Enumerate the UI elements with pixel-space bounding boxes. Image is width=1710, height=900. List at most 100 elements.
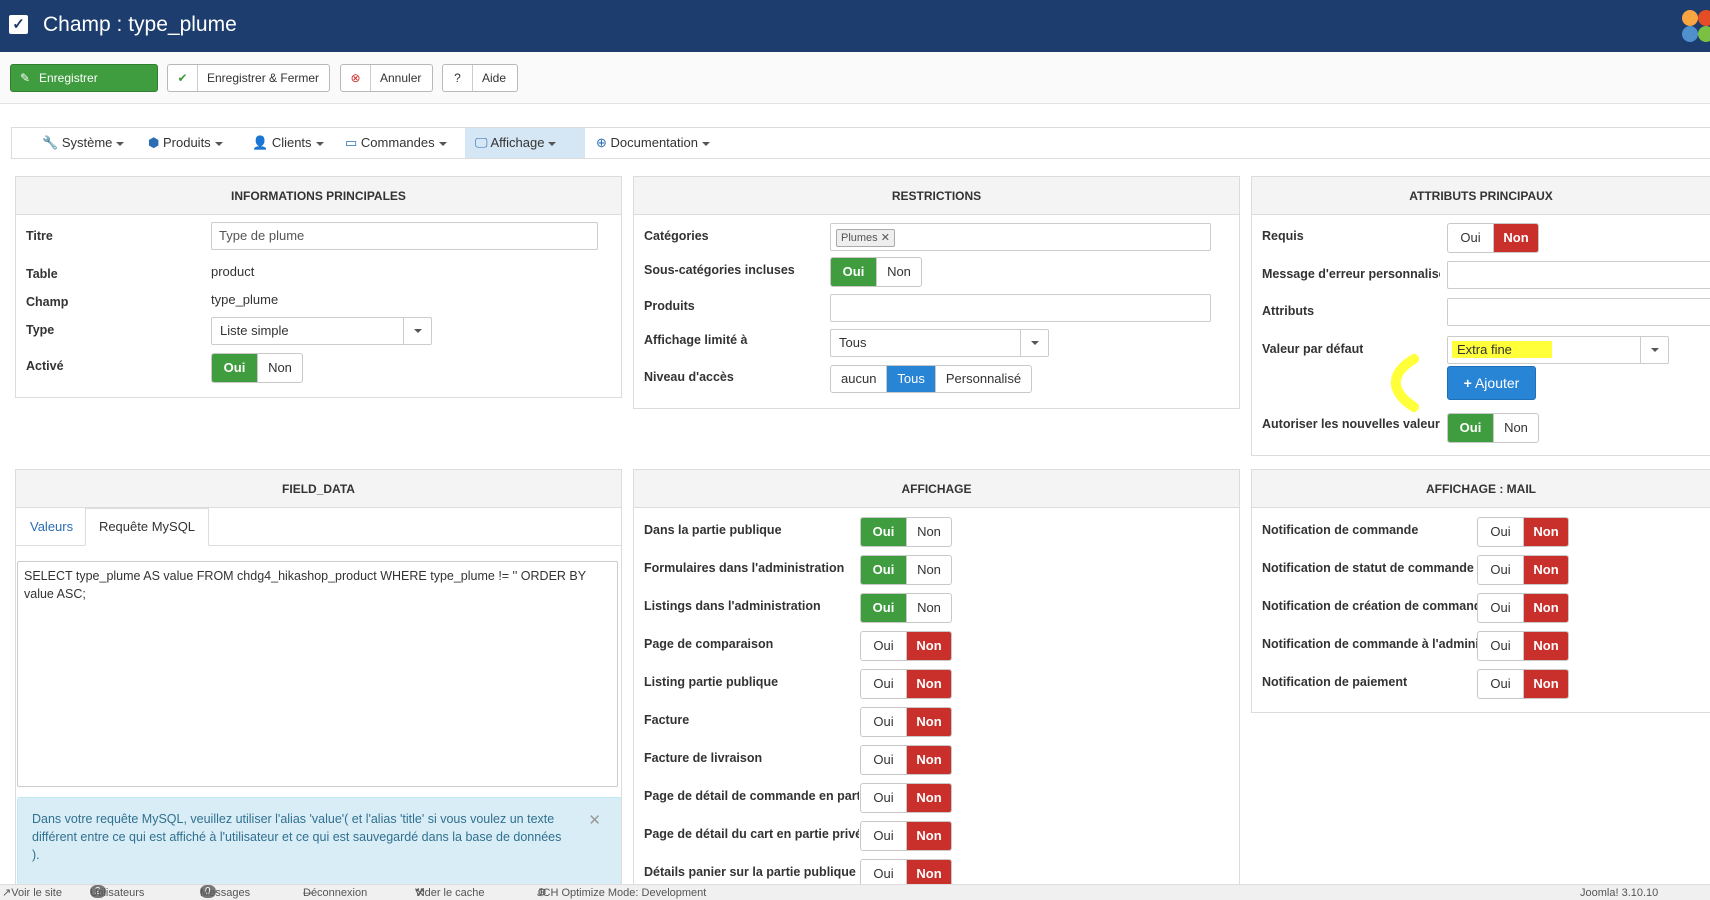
titre-label: Titre	[26, 229, 53, 243]
affichage-row-toggle[interactable]: Oui Non	[860, 821, 952, 851]
mail-row-toggle[interactable]: Oui Non	[1477, 517, 1569, 547]
tab-valeurs[interactable]: Valeurs	[30, 519, 73, 534]
affichage-row-label: Listings dans l'administration	[644, 599, 821, 613]
non-option[interactable]: Non	[1523, 670, 1568, 698]
non-option[interactable]: Non	[906, 822, 951, 850]
message-erreur-input[interactable]	[1447, 261, 1710, 289]
oui-option[interactable]: Oui	[861, 594, 906, 622]
non-option[interactable]: Non	[1523, 556, 1568, 584]
save-close-button[interactable]: ✔ Enregistrer & Fermer	[167, 64, 330, 92]
ajouter-button[interactable]: + Ajouter	[1447, 366, 1536, 400]
non-option[interactable]: Non	[906, 860, 951, 884]
requis-toggle[interactable]: Oui Non	[1447, 223, 1539, 253]
non-option[interactable]: Non	[906, 708, 951, 736]
oui-option[interactable]: Oui	[861, 632, 906, 660]
menu-affichage[interactable]: 🖵 Affichage	[465, 128, 585, 158]
subcats-toggle[interactable]: Oui Non	[830, 257, 922, 287]
oui-option[interactable]: Oui	[861, 822, 906, 850]
app-header: ✓ Champ : type_plume	[0, 0, 1710, 52]
affichage-row-toggle[interactable]: Oui Non	[860, 745, 952, 775]
monitor-icon: 🖵	[475, 135, 488, 150]
oui-option[interactable]: Oui	[861, 708, 906, 736]
niveau-tous[interactable]: Tous	[886, 366, 935, 392]
titre-input[interactable]: Type de plume	[211, 222, 598, 250]
close-icon[interactable]: ✕	[881, 232, 890, 244]
non-option[interactable]: Non	[906, 632, 951, 660]
mail-row-label: Notification de statut de commande	[1262, 561, 1474, 575]
oui-option[interactable]: Oui	[861, 556, 906, 584]
non-option[interactable]: Non	[906, 670, 951, 698]
mail-row-toggle[interactable]: Oui Non	[1477, 669, 1569, 699]
highlight-annotation-mark	[1390, 354, 1419, 412]
oui-option[interactable]: Oui	[861, 860, 906, 884]
affichage-row-label: Page de détail du cart en partie privée	[644, 827, 859, 841]
credit-card-icon: ▭	[345, 135, 358, 150]
tab-bar: Valeurs Requête MySQL	[16, 508, 621, 546]
non-option[interactable]: Non	[1523, 518, 1568, 546]
help-button[interactable]: ? Aide	[442, 64, 518, 92]
affichage-limite-select[interactable]: Tous	[830, 329, 1049, 357]
menu-clients[interactable]: 👤 Clients	[252, 128, 324, 158]
affichage-row-toggle[interactable]: Oui Non	[860, 669, 952, 699]
non-option[interactable]: Non	[1523, 632, 1568, 660]
affichage-row-label: Page de détail de commande en partie pri…	[644, 789, 859, 803]
panel-informations-principales: INFORMATIONS PRINCIPALES Titre Type de p…	[15, 176, 622, 398]
menu-systeme[interactable]: 🔧 Système	[42, 128, 125, 158]
niveau-acces-group[interactable]: aucun Tous Personnalisé	[830, 365, 1033, 393]
toolbar: ✎ Enregistrer ✔ Enregistrer & Fermer ⊗ Annu…	[0, 52, 1710, 104]
affichage-row-toggle[interactable]: Oui Non	[860, 859, 952, 884]
non-option[interactable]: Non	[906, 594, 951, 622]
oui-option[interactable]: Oui	[1478, 594, 1523, 622]
non-option[interactable]: Non	[906, 518, 951, 546]
affichage-row-toggle[interactable]: Oui Non	[860, 593, 952, 623]
affichage-row-toggle[interactable]: Oui Non	[860, 555, 952, 585]
menu-commandes[interactable]: ▭ Commandes	[345, 128, 447, 158]
non-option[interactable]: Non	[906, 784, 951, 812]
panel-heading: ATTRIBUTS PRINCIPAUX	[1252, 177, 1710, 215]
affichage-row-toggle[interactable]: Oui Non	[860, 631, 952, 661]
active-toggle[interactable]: Oui Non	[211, 353, 303, 383]
affichage-limite-label: Affichage limité à	[644, 333, 748, 347]
close-icon[interactable]: ✕	[588, 812, 601, 830]
oui-option[interactable]: Oui	[1478, 518, 1523, 546]
oui-option[interactable]: Oui	[861, 670, 906, 698]
lifebuoy-icon: ⊕	[596, 135, 607, 150]
affichage-row-toggle[interactable]: Oui Non	[860, 783, 952, 813]
oui-option[interactable]: Oui	[861, 518, 906, 546]
niveau-personnalise[interactable]: Personnalisé	[934, 366, 1031, 392]
produits-input[interactable]	[830, 294, 1211, 322]
mail-row-toggle[interactable]: Oui Non	[1477, 631, 1569, 661]
non-option[interactable]: Non	[906, 746, 951, 774]
oui-option[interactable]: Oui	[1478, 556, 1523, 584]
type-select[interactable]: Liste simple	[211, 317, 432, 345]
query-textarea[interactable]: SELECT type_plume AS value FROM chdg4_hi…	[17, 561, 618, 787]
tab-requete-mysql[interactable]: Requête MySQL	[85, 508, 209, 546]
panel-heading: FIELD_DATA	[16, 470, 621, 508]
affichage-row-label: Dans la partie publique	[644, 523, 782, 537]
niveau-aucun[interactable]: aucun	[831, 366, 886, 392]
oui-option[interactable]: Oui	[1478, 670, 1523, 698]
non-option[interactable]: Non	[906, 556, 951, 584]
menu-documentation[interactable]: ⊕ Documentation	[596, 128, 710, 158]
oui-option[interactable]: Oui	[1478, 632, 1523, 660]
oui-option[interactable]: Oui	[861, 784, 906, 812]
non-option[interactable]: Non	[1523, 594, 1568, 622]
affichage-row-toggle[interactable]: Oui Non	[860, 517, 952, 547]
affichage-row-label: Listing partie publique	[644, 675, 779, 689]
voir-site-link[interactable]: ↗ Voir le site	[2, 885, 62, 900]
attributs-input[interactable]	[1447, 298, 1710, 326]
mail-row-label: Notification de commande à l'administrat…	[1262, 637, 1477, 651]
valeur-defaut-select[interactable]: Extra fine	[1447, 336, 1669, 364]
save-button[interactable]: ✎ Enregistrer	[10, 64, 158, 92]
categories-input[interactable]: Plumes ✕	[830, 223, 1211, 251]
mail-row-toggle[interactable]: Oui Non	[1477, 555, 1569, 585]
subcats-label: Sous-catégories incluses	[644, 263, 795, 277]
affichage-row-toggle[interactable]: Oui Non	[860, 707, 952, 737]
mail-row-toggle[interactable]: Oui Non	[1477, 593, 1569, 623]
champ-value: type_plume	[211, 292, 279, 307]
checkbox-icon: ✓	[9, 15, 28, 34]
menu-produits[interactable]: ⬢ Produits	[148, 128, 223, 158]
cancel-button[interactable]: ⊗ Annuler	[340, 64, 433, 92]
nouvelles-valeurs-toggle[interactable]: Oui Non	[1447, 413, 1539, 443]
oui-option[interactable]: Oui	[861, 746, 906, 774]
